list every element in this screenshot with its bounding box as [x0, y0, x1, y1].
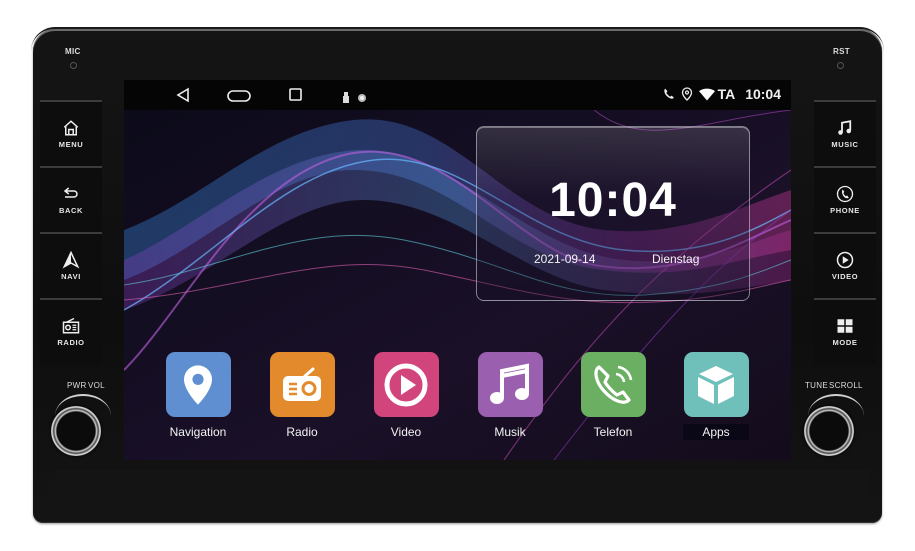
cube-icon [698, 365, 734, 404]
music-note-icon [490, 363, 529, 404]
radio-icon [62, 317, 80, 334]
app-navigation[interactable]: Navigation [153, 352, 243, 441]
status-indicators: TA 10:04 [662, 86, 781, 102]
scroll-label: SCROLL [829, 381, 863, 390]
recents-square-icon [289, 88, 302, 101]
phone-call-icon [594, 364, 633, 404]
reset-button[interactable] [837, 62, 844, 69]
back-arrow-icon [63, 187, 78, 198]
app-apps-label: Apps [683, 424, 749, 440]
record-dot-icon [358, 94, 366, 102]
music-label: MUSIC [831, 140, 859, 149]
app-radio-label: Radio [286, 425, 318, 439]
tune-scroll-knob[interactable] [804, 406, 854, 456]
music-note-icon [838, 120, 852, 135]
status-time: 10:04 [745, 86, 781, 102]
nav-home-button[interactable] [227, 89, 251, 107]
clock-weekday: Dienstag [652, 252, 700, 266]
record-notification [357, 90, 367, 108]
nav-recents-button[interactable] [289, 88, 302, 106]
menu-button[interactable]: MENU [40, 100, 102, 166]
radio-button[interactable]: RADIO [40, 298, 102, 364]
power-volume-knob[interactable] [51, 406, 101, 456]
video-label: VIDEO [831, 272, 859, 281]
video-button[interactable]: VIDEO [814, 232, 876, 298]
map-pin-icon [184, 364, 212, 405]
app-musik-label: Musik [494, 425, 526, 439]
music-button[interactable]: MUSIC [814, 100, 876, 166]
location-icon [681, 87, 692, 101]
app-navigation-label: Navigation [169, 425, 227, 439]
phone-button[interactable]: PHONE [814, 166, 876, 232]
mic-hole [70, 62, 77, 69]
app-apps[interactable]: Apps [671, 352, 761, 441]
home-pill-icon [227, 90, 251, 102]
tune-label: TUNE [805, 381, 828, 390]
navi-label: NAVI [61, 272, 81, 281]
radio-icon [283, 367, 321, 401]
pwr-label: PWR [67, 381, 87, 390]
app-video-tile [373, 352, 439, 417]
clock-widget[interactable]: 10:04 2021-09-14 Dienstag [476, 126, 750, 301]
app-telefon[interactable]: Telefon [568, 352, 658, 441]
app-radio[interactable]: Radio [257, 352, 347, 441]
nav-back-button[interactable] [176, 87, 190, 108]
rst-label: RST [833, 47, 850, 56]
phone-icon [663, 88, 674, 99]
menu-label: MENU [58, 140, 84, 149]
app-telefon-tile [580, 352, 646, 417]
head-unit-base [55, 470, 870, 522]
usb-icon [343, 92, 349, 103]
usb-notification [342, 90, 350, 108]
navi-button[interactable]: NAVI [40, 232, 102, 298]
app-navigation-tile [165, 352, 231, 417]
vol-label: VOL [88, 381, 105, 390]
app-musik-tile [477, 352, 543, 417]
app-musik[interactable]: Musik [465, 352, 555, 441]
phone-label: PHONE [830, 206, 860, 215]
radio-label: RADIO [57, 338, 85, 347]
mic-label: MIC [65, 47, 81, 56]
touch-screen: TA 10:04 10:04 2021-09-14 Dienstag Navig… [124, 80, 791, 460]
app-apps-tile [683, 352, 749, 417]
back-label: BACK [58, 206, 84, 215]
status-bar: TA 10:04 [124, 80, 791, 110]
ta-indicator: TA [717, 86, 736, 102]
app-telefon-label: Telefon [593, 425, 633, 439]
phone-icon [836, 185, 854, 203]
wifi-icon [698, 88, 715, 100]
grid-icon [837, 319, 853, 333]
app-radio-tile [269, 352, 335, 417]
app-video[interactable]: Video [361, 352, 451, 441]
mode-label: MODE [832, 338, 858, 347]
navigation-arrow-icon [62, 251, 80, 269]
play-circle-icon [384, 363, 428, 406]
back-triangle-icon [176, 87, 189, 103]
clock-time: 10:04 [549, 174, 677, 227]
back-button[interactable]: BACK [40, 166, 102, 232]
app-video-label: Video [390, 425, 422, 439]
mode-button[interactable]: MODE [814, 298, 876, 364]
clock-date: 2021-09-14 [534, 252, 596, 266]
play-circle-icon [836, 251, 854, 269]
home-icon [63, 120, 79, 136]
